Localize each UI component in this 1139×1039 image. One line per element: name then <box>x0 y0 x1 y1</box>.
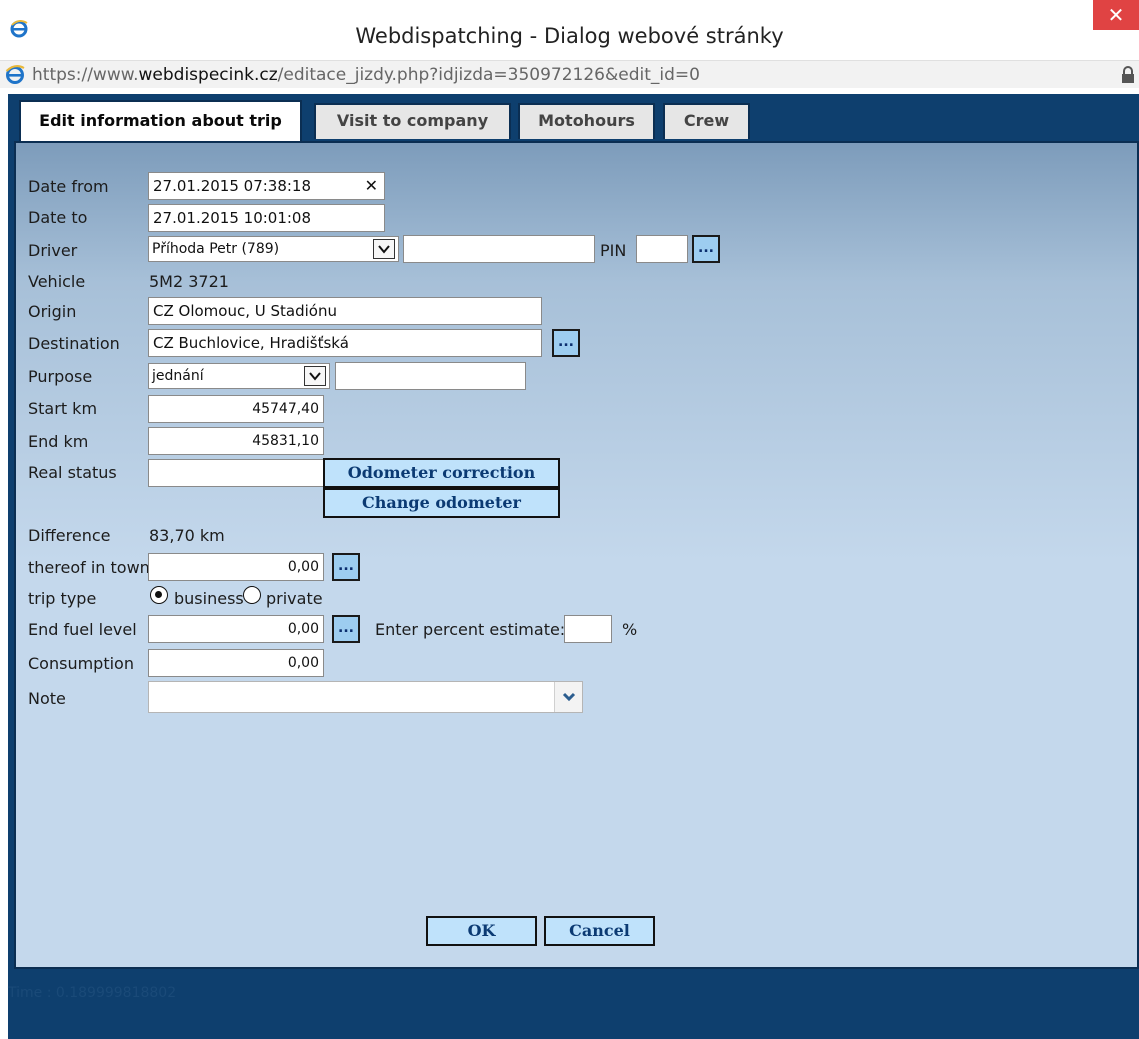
vehicle-label: Vehicle <box>28 272 86 291</box>
private-label: private <box>266 589 323 608</box>
start-km-label: Start km <box>28 399 98 418</box>
pin-input[interactable] <box>636 235 688 263</box>
driver-select[interactable]: Příhoda Petr (789) <box>148 236 399 262</box>
in-town-lookup-button[interactable]: ... <box>332 553 360 581</box>
note-select[interactable] <box>148 681 583 713</box>
purpose-label: Purpose <box>28 367 93 386</box>
window-titlebar: Webdispatching - Dialog webové stránky ✕ <box>0 0 1139 60</box>
change-odometer-button[interactable]: Change odometer <box>323 488 560 518</box>
purpose-select[interactable]: jednání <box>148 363 330 389</box>
chevron-down-icon[interactable] <box>554 682 582 712</box>
render-time-text: Time : 0.189999818802 <box>8 985 177 1001</box>
tab-motohours[interactable]: Motohours <box>518 103 655 139</box>
tab-crew[interactable]: Crew <box>663 103 750 139</box>
tab-bar: Edit information about trip Visit to com… <box>8 94 1139 142</box>
tab-visit-company[interactable]: Visit to company <box>314 103 511 139</box>
ie-page-icon <box>5 65 25 84</box>
vehicle-value: 5M2 3721 <box>149 272 229 291</box>
purpose-extra-input[interactable] <box>335 362 526 390</box>
address-bar: https://www.webdispecink.cz/editace_jizd… <box>0 60 1139 88</box>
percent-estimate-input[interactable] <box>564 615 612 643</box>
destination-input[interactable]: CZ Buchlovice, Hradišťská <box>148 329 542 357</box>
trip-type-label: trip type <box>28 589 97 608</box>
driver-extra-input[interactable] <box>403 235 595 263</box>
difference-label: Difference <box>28 526 111 545</box>
in-town-label: thereof in town <box>28 558 150 577</box>
dialog-page: Edit information about trip Visit to com… <box>8 94 1139 1039</box>
odometer-correction-button[interactable]: Odometer correction <box>323 458 560 488</box>
end-fuel-label: End fuel level <box>28 620 137 639</box>
chevron-down-icon[interactable] <box>373 239 395 259</box>
window-title: Webdispatching - Dialog webové stránky <box>355 24 784 48</box>
tab-edit-trip[interactable]: Edit information about trip <box>19 100 302 142</box>
end-fuel-lookup-button[interactable]: ... <box>332 615 360 643</box>
driver-lookup-button[interactable]: ... <box>692 235 720 263</box>
origin-label: Origin <box>28 302 77 321</box>
chevron-down-icon[interactable] <box>304 366 326 386</box>
business-label: business <box>174 589 244 608</box>
percent-unit: % <box>622 620 638 639</box>
driver-label: Driver <box>28 241 78 260</box>
url-text: https://www.webdispecink.cz/editace_jizd… <box>32 65 700 85</box>
percent-estimate-label: Enter percent estimate: <box>375 620 566 639</box>
date-from-label: Date from <box>28 177 109 196</box>
difference-value: 83,70 km <box>149 526 225 545</box>
end-fuel-input[interactable]: 0,00 <box>148 615 324 643</box>
clear-icon[interactable]: ✕ <box>365 173 378 199</box>
ok-button[interactable]: OK <box>426 916 537 946</box>
close-button[interactable]: ✕ <box>1093 0 1139 30</box>
start-km-input[interactable]: 45747,40 <box>148 395 324 423</box>
cancel-button[interactable]: Cancel <box>544 916 655 946</box>
date-from-input[interactable]: 27.01.2015 07:38:18 ✕ <box>148 172 385 200</box>
date-to-input[interactable]: 27.01.2015 10:01:08 <box>148 204 385 232</box>
lock-icon <box>1122 66 1134 83</box>
real-status-input[interactable] <box>148 459 324 487</box>
radio-business[interactable] <box>150 586 168 604</box>
in-town-input[interactable]: 0,00 <box>148 553 324 581</box>
end-km-label: End km <box>28 432 89 451</box>
radio-private[interactable] <box>243 586 261 604</box>
pin-label: PIN <box>600 241 627 260</box>
consumption-input[interactable]: 0,00 <box>148 649 324 677</box>
origin-input[interactable]: CZ Olomouc, U Stadiónu <box>148 297 542 325</box>
url-domain: webdispecink.cz <box>138 65 278 85</box>
end-km-input[interactable]: 45831,10 <box>148 427 324 455</box>
consumption-label: Consumption <box>28 654 134 673</box>
form-panel: Date from 27.01.2015 07:38:18 ✕ Date to … <box>14 141 1139 969</box>
date-to-label: Date to <box>28 208 88 227</box>
note-label: Note <box>28 689 66 708</box>
destination-label: Destination <box>28 334 120 353</box>
real-status-label: Real status <box>28 463 117 482</box>
destination-lookup-button[interactable]: ... <box>552 329 580 357</box>
